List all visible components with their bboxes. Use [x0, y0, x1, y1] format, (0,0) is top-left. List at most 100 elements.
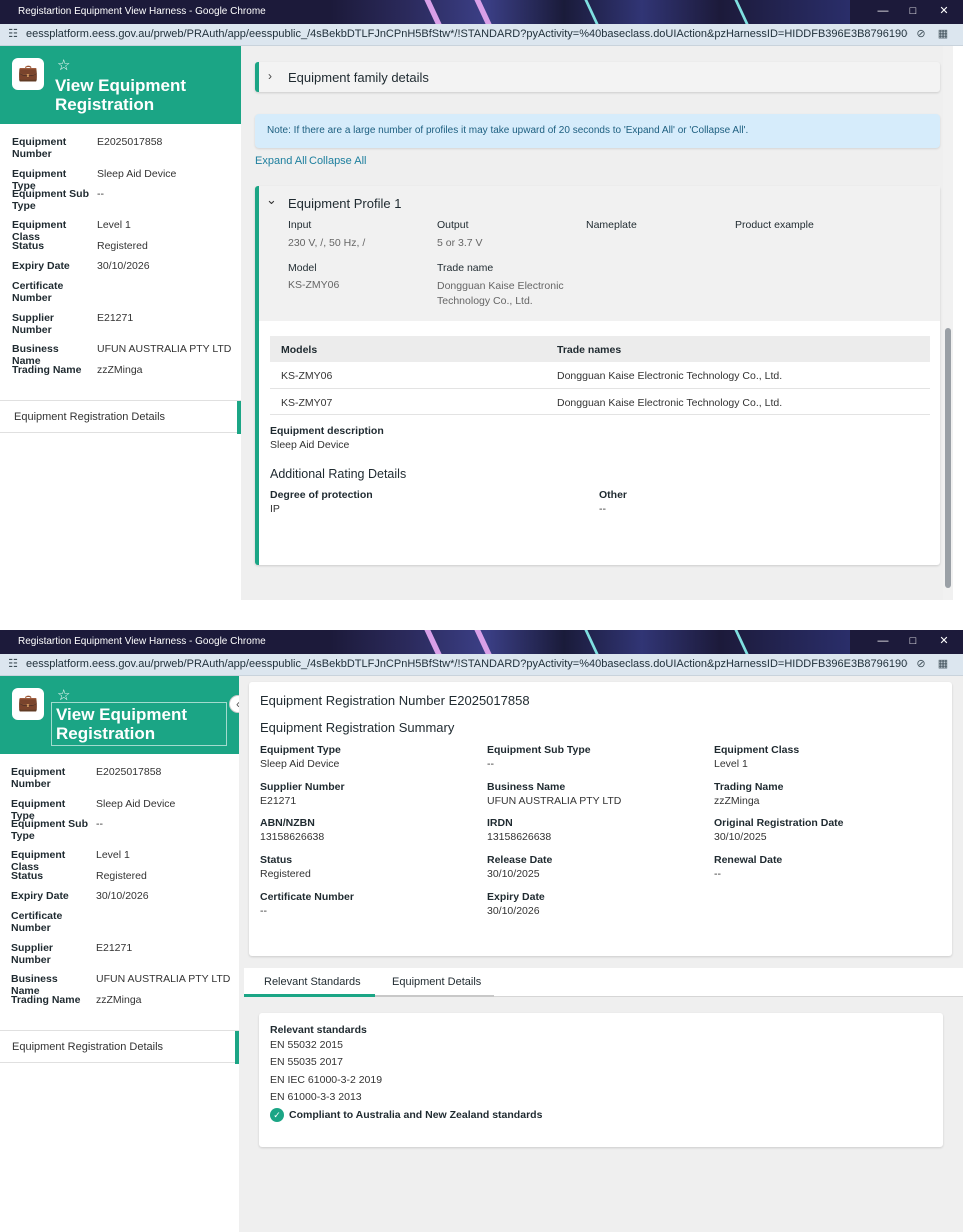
tab-label: Equipment Details [392, 976, 482, 988]
check-icon: ✓ [270, 1108, 284, 1122]
summary-value: Level 1 [714, 758, 748, 770]
summary-value: 30/10/2025 [487, 868, 540, 880]
summary-label: Equipment Type [260, 744, 341, 756]
url-text[interactable]: eessplatform.eess.gov.au/prweb/PRAuth/ap… [26, 658, 908, 670]
scrollbar[interactable] [943, 46, 953, 600]
site-info-icon[interactable]: ☷ [6, 27, 20, 41]
equipment-family-details-panel[interactable]: › Equipment family details [255, 62, 940, 92]
summary-value: 30/10/2025 [714, 831, 767, 843]
summary-label: Status [260, 854, 293, 866]
minimize-icon[interactable]: — [876, 634, 890, 648]
close-icon[interactable]: ✕ [937, 634, 951, 648]
sidebar-header: 💼 ☆ View Equipment Registration ‹ [0, 676, 247, 754]
models-table-header: Models Trade names [270, 336, 930, 362]
screenshot-top: Registartion Equipment View Harness - Go… [0, 0, 963, 600]
screenshot-separator [0, 600, 963, 630]
standards-label: Relevant standards [270, 1024, 367, 1036]
additional-rating-heading: Additional Rating Details [270, 467, 407, 481]
collapse-all-link[interactable]: Collapse All [309, 155, 366, 167]
summary-title: Equipment Registration Summary [260, 720, 455, 735]
close-icon[interactable]: ✕ [937, 4, 951, 18]
output-label: Output [437, 219, 469, 231]
trade-name-label: Trade name [437, 262, 494, 274]
standard-item: EN 55035 2017 [270, 1056, 343, 1068]
tracking-blocked-icon[interactable]: ⊘ [914, 657, 928, 671]
summary-value: Registered [260, 868, 311, 880]
maximize-icon[interactable]: □ [906, 4, 920, 18]
screenshot-bottom: Registartion Equipment View Harness - Go… [0, 630, 963, 1232]
chevron-right-icon[interactable]: › [268, 69, 272, 83]
translate-icon[interactable]: ▦ [936, 27, 950, 41]
address-bar[interactable]: ☷ eessplatform.eess.gov.au/prweb/PRAuth/… [0, 654, 963, 676]
sidebar-item-registration-details[interactable]: Equipment Registration Details [0, 400, 241, 434]
summary-label: Expiry Date [487, 891, 545, 903]
summary-label: Supplier Number [260, 781, 345, 793]
summary-label: IRDN [487, 817, 513, 829]
model-cell: KS-ZMY07 [281, 397, 333, 409]
summary-value: -- [260, 905, 267, 917]
tracking-blocked-icon[interactable]: ⊘ [914, 27, 928, 41]
note-text: Note: If there are a large number of pro… [267, 125, 749, 136]
registration-summary-card: Equipment Registration Number E202501785… [249, 682, 952, 956]
briefcase-icon: 💼 [12, 688, 44, 720]
description-label: Equipment description [270, 425, 384, 437]
sidebar-item-registration-details[interactable]: Equipment Registration Details [0, 1030, 239, 1064]
site-info-icon[interactable]: ☷ [6, 657, 20, 671]
summary-value: E21271 [260, 795, 297, 807]
protection-label: Degree of protection [270, 489, 373, 501]
url-text[interactable]: eessplatform.eess.gov.au/prweb/PRAuth/ap… [26, 28, 908, 40]
registration-number-title: Equipment Registration Number E202501785… [260, 693, 530, 708]
input-label: Input [288, 219, 312, 231]
summary-value: 13158626638 [260, 831, 325, 843]
scrollbar-thumb[interactable] [945, 328, 951, 588]
summary-label: Trading Name [714, 781, 784, 793]
output-value: 5 or 3.7 V [437, 237, 483, 249]
sidebar: 💼 ☆ View Equipment Registration Equipmen… [0, 46, 241, 600]
summary-value: UFUN AUSTRALIA PTY LTD [487, 795, 622, 807]
models-column-header: Models [281, 344, 318, 356]
summary-label: Original Registration Date [714, 817, 844, 829]
maximize-icon[interactable]: □ [906, 634, 920, 648]
main-content: Equipment Registration Number E202501785… [239, 676, 963, 1232]
input-value: 230 V, /, 50 Hz, / [288, 237, 366, 249]
summary-value: -- [714, 868, 721, 880]
summary-value: 13158626638 [487, 831, 552, 843]
translate-icon[interactable]: ▦ [936, 657, 950, 671]
trade-name-value: Dongguan Kaise Electronic Technology Co.… [437, 280, 564, 307]
description-value: Sleep Aid Device [270, 439, 350, 451]
model-label: Model [288, 262, 317, 274]
tab-equipment-details[interactable]: Equipment Details [375, 968, 494, 997]
star-icon[interactable]: ☆ [57, 56, 70, 74]
window-title: Registartion Equipment View Harness - Go… [18, 6, 266, 17]
summary-value: -- [487, 758, 494, 770]
other-value: -- [599, 503, 606, 515]
browser-titlebar: Registartion Equipment View Harness - Go… [0, 630, 963, 654]
titlebar-decoration [330, 630, 850, 654]
tab-relevant-standards[interactable]: Relevant Standards [244, 968, 375, 997]
chevron-down-icon[interactable]: ⌄ [266, 192, 277, 208]
product-example-label: Product example [735, 219, 814, 231]
summary-value: Sleep Aid Device [260, 758, 340, 770]
sidebar-header: 💼 ☆ View Equipment Registration [0, 46, 241, 124]
summary-label: Equipment Class [714, 744, 800, 756]
trade-name-cell: Dongguan Kaise Electronic Technology Co.… [557, 370, 783, 382]
profile-summary: ⌄ Equipment Profile 1 Input 230 V, /, 50… [259, 186, 940, 321]
address-bar[interactable]: ☷ eessplatform.eess.gov.au/prweb/PRAuth/… [0, 24, 963, 46]
sidebar-title: View Equipment Registration [51, 702, 227, 746]
nameplate-label: Nameplate [586, 219, 637, 231]
titlebar-decoration [330, 0, 850, 24]
browser-titlebar: Registartion Equipment View Harness - Go… [0, 0, 963, 24]
summary-label: Business Name [487, 781, 566, 793]
summary-value: zzZMinga [714, 795, 760, 807]
equipment-profile-panel: ⌄ Equipment Profile 1 Input 230 V, /, 50… [255, 186, 940, 565]
sidebar-title: View Equipment Registration [55, 76, 186, 114]
summary-label: Renewal Date [714, 854, 783, 866]
expand-all-link[interactable]: Expand All [255, 155, 307, 167]
other-label: Other [599, 489, 628, 501]
table-row: KS-ZMY07 Dongguan Kaise Electronic Techn… [270, 389, 930, 415]
standard-item: EN 55032 2015 [270, 1039, 343, 1051]
standards-card: Relevant standards EN 55032 2015 EN 5503… [259, 1013, 943, 1147]
profile-title: Equipment Profile 1 [288, 196, 402, 211]
trade-name-cell: Dongguan Kaise Electronic Technology Co.… [557, 397, 783, 409]
minimize-icon[interactable]: — [876, 4, 890, 18]
